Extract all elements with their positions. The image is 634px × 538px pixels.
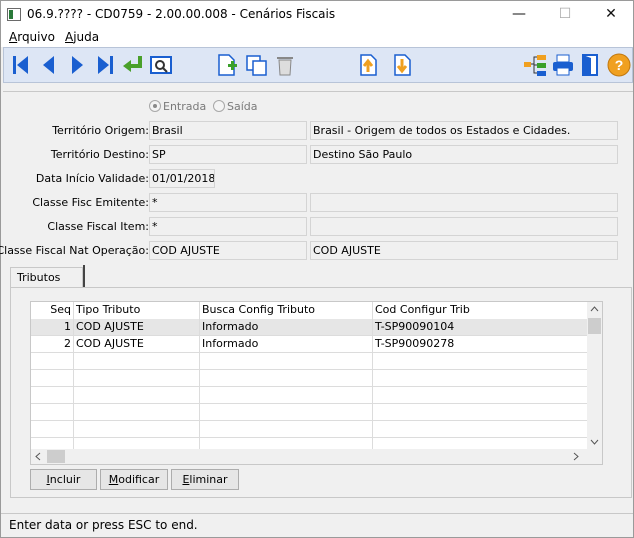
territorio-destino-code-field[interactable]: SP [149,145,307,164]
classe-fiscal-item-label: Classe Fiscal Item: [47,220,149,233]
classe-fiscal-nat-operacao-label: Classe Fiscal Nat Operação: [0,244,149,257]
copy-icon[interactable] [244,52,270,78]
territorio-origem-code-field[interactable]: Brasil [149,121,307,140]
classe-fiscal-nat-operacao-desc-field: COD AJUSTE [310,241,618,260]
grid-header: Seq Tipo Tributo Busca Config Tributo Co… [31,302,591,319]
horizontal-scroll-arrows-icon [35,450,579,463]
territorio-origem-desc-field: Brasil - Origem de todos os Estados e Ci… [310,121,618,140]
delete-trash-icon[interactable] [272,52,298,78]
classe-fiscal-item-field[interactable]: * [149,217,307,236]
tab-tributos[interactable]: Tributos [10,267,83,288]
search-icon[interactable] [148,52,174,78]
form-area: Entrada Saída Território Origem: Brasil … [0,91,633,261]
territorio-destino-label: Território Destino: [50,148,149,161]
radio-unselected-icon [213,100,225,112]
radio-entrada[interactable]: Entrada [149,100,206,113]
menu-arquivo[interactable]: Arquivo [9,30,55,44]
data-inicio-validade-field[interactable]: 01/01/2018 [149,169,215,188]
cell-tipo-tributo: COD AJUSTE [74,319,200,336]
first-record-icon[interactable] [8,52,34,78]
cell-seq: 2 [31,336,74,353]
svg-text:?: ? [615,57,624,73]
radio-saida[interactable]: Saída [213,100,258,113]
column-header-tipo-tributo[interactable]: Tipo Tributo [74,302,200,319]
column-header-cod-configur[interactable]: Cod Configur Trib [373,302,588,319]
close-button[interactable]: ✕ [588,1,634,29]
classe-fiscal-item-desc-field [310,217,618,236]
empty-grid-rows [31,353,588,450]
horizontal-scrollbar[interactable] [31,449,602,464]
radio-selected-icon [149,100,161,112]
next-record-icon[interactable] [64,52,90,78]
previous-record-icon[interactable] [36,52,62,78]
minimize-button[interactable]: — [496,1,542,29]
table-row[interactable]: 1 COD AJUSTE Informado T-SP90090104 [31,319,588,336]
status-bar: Enter data or press ESC to end. [1,513,633,537]
cell-busca-config: Informado [200,319,373,336]
vertical-scroll-arrows-icon [588,306,601,445]
classe-fisc-emitente-field[interactable]: * [149,193,307,212]
cell-seq: 1 [31,319,74,336]
cell-cod-configur: T-SP90090104 [375,320,455,333]
classe-fiscal-nat-operacao-field[interactable]: COD AJUSTE [149,241,307,260]
territorio-origem-label: Território Origem: [52,124,149,137]
vertical-scrollbar[interactable] [587,302,602,450]
title-bar: 06.9.???? - CD0759 - 2.00.00.008 - Cenár… [1,1,633,29]
eliminar-button[interactable]: Eliminar [171,469,239,490]
incluir-button[interactable]: Incluir [30,469,97,490]
exit-door-icon[interactable] [578,52,604,78]
download-icon[interactable] [390,52,416,78]
cell-tipo-tributo: COD AJUSTE [74,336,200,353]
new-document-icon[interactable] [214,52,240,78]
tab-divider [83,265,85,288]
territorio-destino-desc-field: Destino São Paulo [310,145,618,164]
toolbar: ? [3,47,633,83]
last-record-icon[interactable] [92,52,118,78]
data-inicio-validade-label: Data Início Validade: [35,172,149,185]
tributos-grid[interactable]: Seq Tipo Tributo Busca Config Tributo Co… [30,301,603,465]
cell-cod-configur: T-SP90090278 [375,337,455,350]
goto-enter-icon[interactable] [120,52,146,78]
upload-icon[interactable] [356,52,382,78]
application-window: 06.9.???? - CD0759 - 2.00.00.008 - Cenár… [0,0,634,538]
classe-fisc-emitente-desc-field [310,193,618,212]
menu-bar: Arquivo Ajuda [1,29,633,47]
column-header-seq[interactable]: Seq [31,302,74,319]
classe-fisc-emitente-label: Classe Fisc Emitente: [32,196,149,209]
help-icon[interactable]: ? [606,52,632,78]
modificar-button[interactable]: Modificar [100,469,168,490]
maximize-button[interactable]: ☐ [542,1,588,29]
printer-icon[interactable] [550,52,576,78]
app-icon [7,8,21,21]
cell-busca-config: Informado [200,336,373,353]
column-header-busca-config[interactable]: Busca Config Tributo [200,302,373,319]
window-title: 06.9.???? - CD0759 - 2.00.00.008 - Cenár… [27,7,336,21]
menu-ajuda[interactable]: Ajuda [65,30,99,44]
table-row[interactable]: 2 COD AJUSTE Informado T-SP90090278 [31,336,588,353]
tree-structure-icon[interactable] [522,52,548,78]
